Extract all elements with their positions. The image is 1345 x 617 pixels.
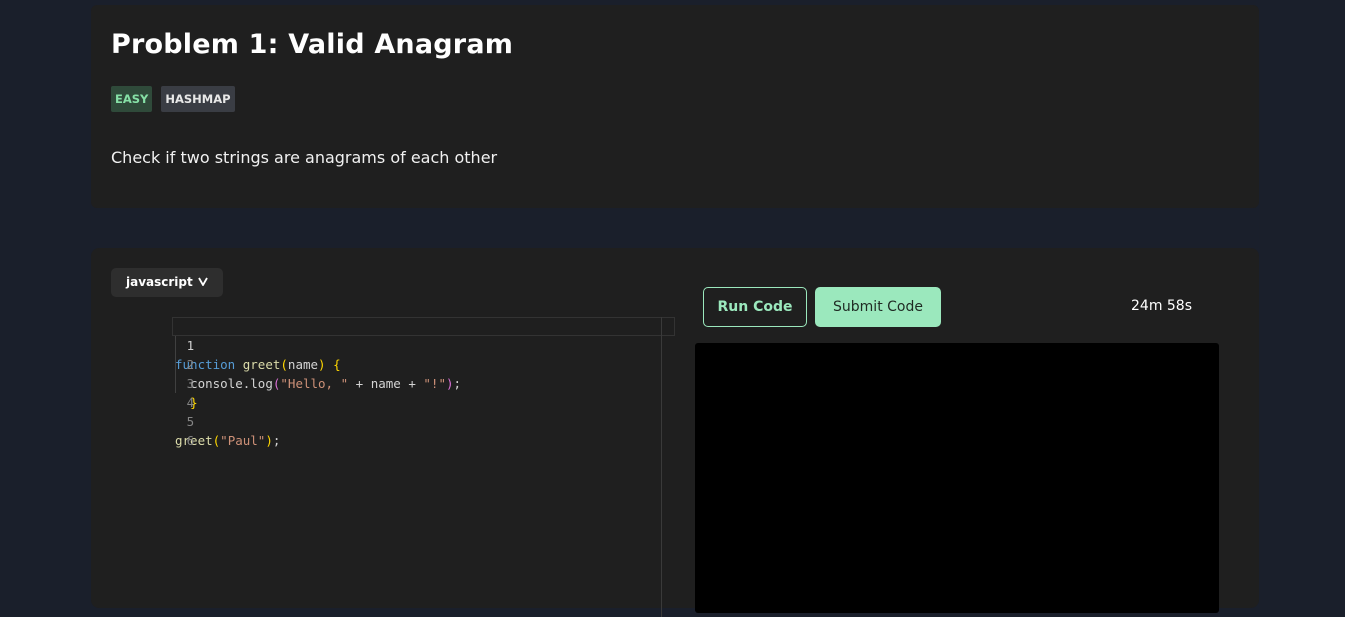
line-number: 5 [186, 414, 195, 429]
run-code-button[interactable]: Run Code [703, 287, 807, 327]
line-number: 4 [186, 395, 195, 410]
editor-scrollbar[interactable] [661, 317, 662, 617]
code-editor[interactable]: 1 function greet(name) { 2 console.log("… [111, 317, 675, 617]
timer: 24m 58s [1131, 298, 1193, 314]
current-line-highlight [172, 317, 675, 336]
problem-title: Problem 1: Valid Anagram [111, 29, 514, 60]
line-number: 3 [186, 376, 195, 391]
code-line: 2 console.log("Hello, " + name + "!"); [111, 336, 461, 391]
line-number: 2 [186, 357, 195, 372]
submit-code-button[interactable]: Submit Code [815, 287, 941, 327]
topic-badge: HASHMAP [161, 86, 235, 112]
line-number: 6 [186, 433, 195, 448]
problem-tags: EASY HASHMAP [111, 86, 235, 112]
code-line: 5 greet("Paul"); [111, 393, 280, 448]
line-number: 1 [186, 338, 195, 353]
language-select-label: javascript [126, 275, 193, 289]
difficulty-badge: EASY [111, 86, 153, 112]
code-line: 3 } [111, 355, 198, 410]
code-line: 4 [111, 374, 195, 410]
code-line: 6 [111, 412, 195, 448]
language-select[interactable]: javascript [111, 268, 223, 297]
output-console[interactable] [695, 343, 1219, 613]
problem-description: Check if two strings are anagrams of eac… [111, 148, 498, 167]
problem-card: Problem 1: Valid Anagram EASY HASHMAP Ch… [91, 5, 1259, 208]
editor-card: javascript 1 function greet(name) { 2 co… [91, 248, 1259, 617]
code-line: 1 function greet(name) { [111, 317, 341, 372]
chevron-down-icon [197, 268, 208, 297]
